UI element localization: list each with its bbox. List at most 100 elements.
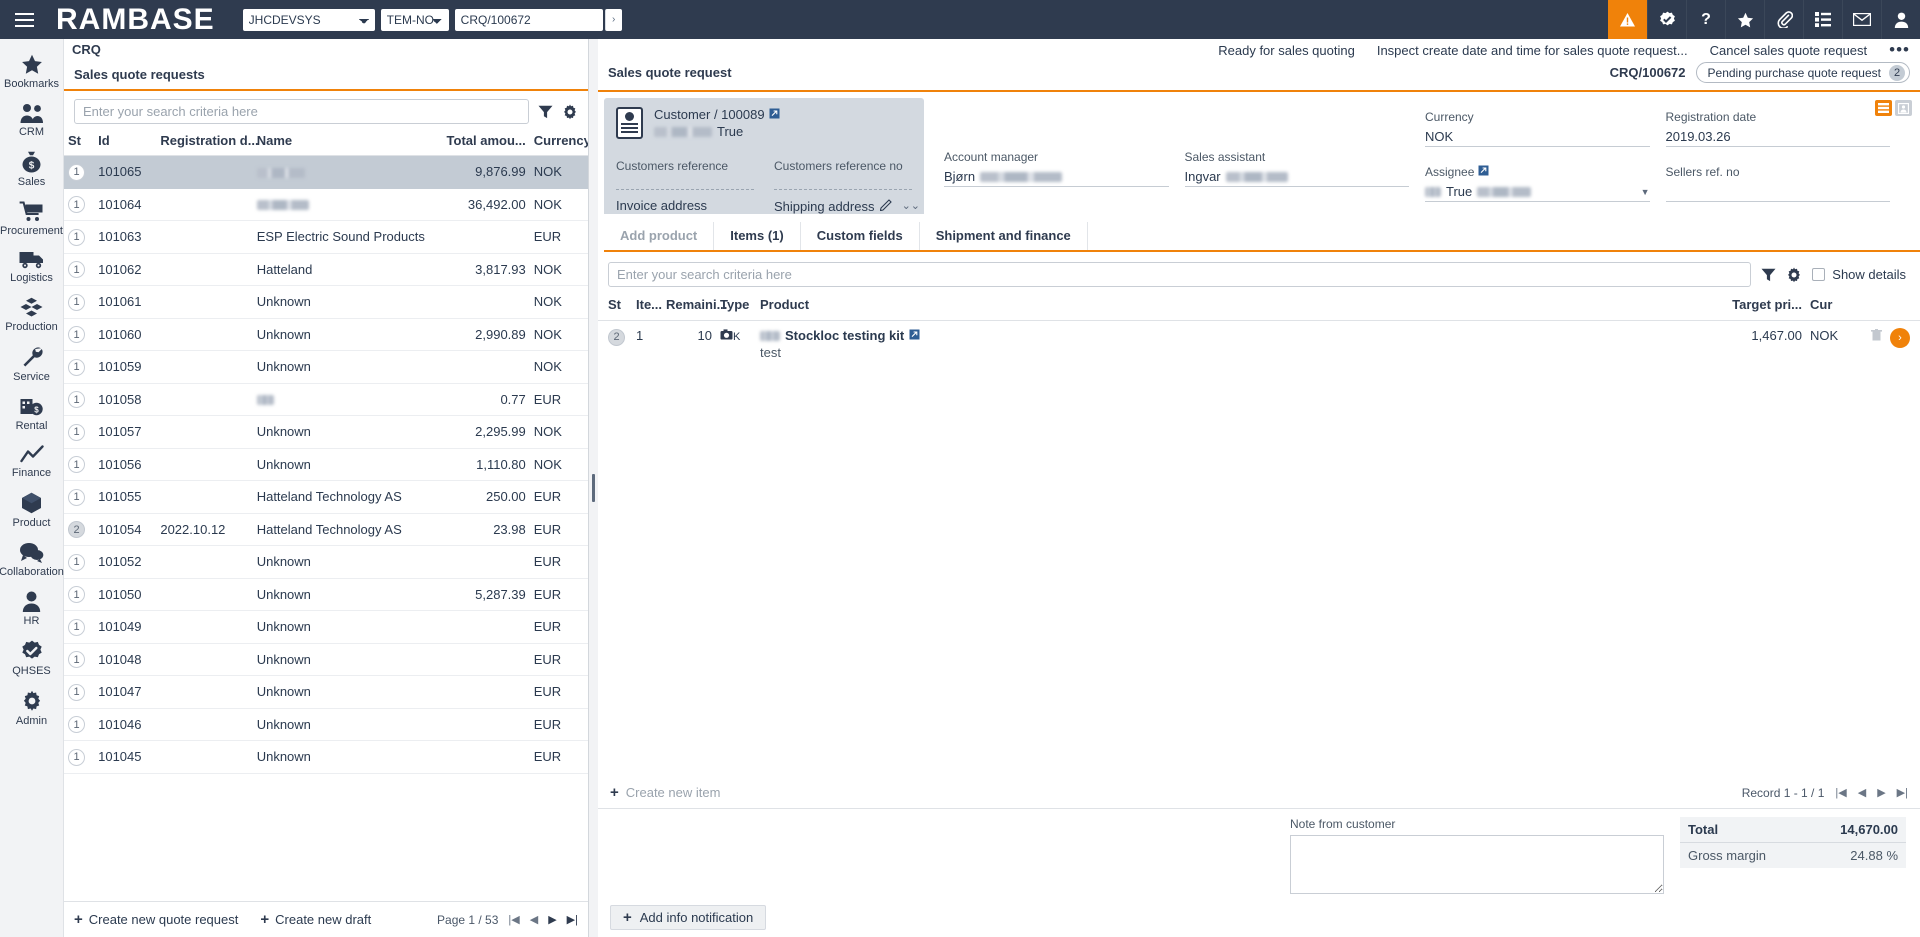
tab-shipment-and-finance[interactable]: Shipment and finance xyxy=(920,222,1088,250)
assignee-field[interactable]: True ▼ xyxy=(1425,182,1650,202)
items-settings-gear-icon[interactable] xyxy=(1786,267,1802,283)
status-badge[interactable]: Pending purchase quote request 2 xyxy=(1696,62,1910,83)
shipping-address-block[interactable]: Shipping address xyxy=(774,198,912,214)
items-column-type[interactable]: Type xyxy=(716,295,756,321)
sales-assistant-field[interactable]: Ingvar xyxy=(1185,167,1410,187)
registration-date-field[interactable]: 2019.03.26 xyxy=(1666,127,1891,147)
attachment-icon[interactable] xyxy=(1764,0,1803,39)
tab-add-product[interactable]: Add product xyxy=(604,222,714,250)
sidebar-item-hr[interactable]: HR xyxy=(0,584,64,633)
items-column-currency[interactable]: Cur xyxy=(1806,295,1858,321)
currency-field[interactable]: NOK xyxy=(1425,127,1650,147)
table-row[interactable]: 1101063ESP Electric Sound ProductsEUR xyxy=(64,221,588,254)
table-row[interactable]: 1101052UnknownEUR xyxy=(64,546,588,579)
settings-gear-icon[interactable] xyxy=(562,104,578,120)
sellers-ref-field[interactable] xyxy=(1666,182,1891,202)
items-column-item-no[interactable]: Ite... xyxy=(632,295,662,321)
sidebar-item-qhses[interactable]: QHSES xyxy=(0,633,64,683)
note-from-customer-input[interactable] xyxy=(1290,835,1664,894)
compact-view-icon[interactable] xyxy=(1875,100,1892,116)
sidebar-item-collaboration[interactable]: Collaboration xyxy=(0,535,64,584)
column-header-name[interactable]: Name xyxy=(253,130,434,156)
company-select[interactable]: JHCDEVSYS xyxy=(243,9,375,31)
sidebar-item-finance[interactable]: Finance xyxy=(0,438,64,485)
invoice-address-block[interactable]: Invoice address xyxy=(616,198,754,214)
check-badge-icon[interactable] xyxy=(1647,0,1686,39)
external-link-icon[interactable] xyxy=(769,108,780,122)
items-column-target-price[interactable]: Target pri... xyxy=(1714,295,1806,321)
breadcrumb[interactable]: CRQ xyxy=(64,39,588,61)
next-page-button[interactable]: ▶ xyxy=(548,913,556,926)
create-new-item-button[interactable]: + Create new item xyxy=(610,785,720,800)
help-icon[interactable]: ? xyxy=(1686,0,1725,39)
prev-page-button[interactable]: ◀ xyxy=(530,913,538,926)
table-row[interactable]: 1101050Unknown5,287.39EUR xyxy=(64,578,588,611)
table-row[interactable]: 1101061UnknownNOK xyxy=(64,286,588,319)
last-record-button[interactable]: ▶| xyxy=(1897,786,1908,799)
sidebar-item-logistics[interactable]: Logistics xyxy=(0,243,64,290)
panel-splitter[interactable] xyxy=(589,39,598,937)
first-page-button[interactable]: |◀ xyxy=(508,913,519,926)
alert-icon[interactable] xyxy=(1608,0,1647,39)
table-row[interactable]: 11010580.77EUR xyxy=(64,383,588,416)
sidebar-item-procurement[interactable]: Procurement xyxy=(0,194,64,243)
delete-icon[interactable] xyxy=(1871,329,1882,344)
account-manager-field[interactable]: Bjørn xyxy=(944,167,1169,187)
sidebar-item-production[interactable]: Production xyxy=(0,290,64,339)
first-record-button[interactable]: |◀ xyxy=(1835,786,1846,799)
next-record-button[interactable]: ▶ xyxy=(1877,786,1885,799)
action-cancel-sales-quote-request[interactable]: Cancel sales quote request xyxy=(1710,43,1868,58)
more-actions-icon[interactable]: ••• xyxy=(1889,44,1910,56)
table-row[interactable]: 11010659,876.99NOK xyxy=(64,156,588,189)
table-row[interactable]: 1101046UnknownEUR xyxy=(64,708,588,741)
items-row[interactable]: 2110KStockloc testing kittest1,467.00NOK… xyxy=(598,321,1920,368)
sidebar-item-rental[interactable]: $ Rental xyxy=(0,389,64,438)
add-info-notification-button[interactable]: + Add info notification xyxy=(610,905,766,930)
chevron-down-icon[interactable]: ▼ xyxy=(1641,187,1650,197)
user-icon[interactable] xyxy=(1881,0,1920,39)
table-row[interactable]: 1101048UnknownEUR xyxy=(64,643,588,676)
column-header-currency[interactable]: Currency xyxy=(530,130,588,156)
language-select[interactable]: TEM-NO xyxy=(381,9,449,31)
sidebar-item-admin[interactable]: Admin xyxy=(0,683,64,733)
customer-card[interactable]: Customer / 100089 True xyxy=(604,98,924,214)
mail-icon[interactable] xyxy=(1842,0,1881,39)
column-header-registration-date[interactable]: Registration d... xyxy=(156,130,252,156)
sidebar-item-sales[interactable]: $ Sales xyxy=(0,144,64,194)
table-row[interactable]: 1101045UnknownEUR xyxy=(64,741,588,774)
customers-reference-no-field[interactable]: Customers reference no xyxy=(774,159,912,190)
tab-items[interactable]: Items (1) xyxy=(714,222,800,250)
edit-pencil-icon[interactable] xyxy=(880,198,893,214)
detail-view-icon[interactable] xyxy=(1895,100,1912,116)
favorites-star-icon[interactable] xyxy=(1725,0,1764,39)
items-search-input[interactable] xyxy=(608,262,1751,287)
items-column-remaining[interactable]: Remaini... xyxy=(662,295,716,321)
filter-icon[interactable] xyxy=(538,105,553,119)
table-row[interactable]: 1101056Unknown1,110.80NOK xyxy=(64,448,588,481)
action-ready-for-sales-quoting[interactable]: Ready for sales quoting xyxy=(1218,43,1355,58)
table-row[interactable]: 1101060Unknown2,990.89NOK xyxy=(64,318,588,351)
show-details-checkbox[interactable]: Show details xyxy=(1812,267,1906,282)
sidebar-item-service[interactable]: Service xyxy=(0,339,64,389)
sidebar-item-product[interactable]: Product xyxy=(0,485,64,535)
customers-reference-field[interactable]: Customers reference xyxy=(616,159,754,190)
table-row[interactable]: 1101047UnknownEUR xyxy=(64,676,588,709)
column-header-total-amount[interactable]: Total amou... xyxy=(433,130,529,156)
create-new-quote-request-button[interactable]: + Create new quote request xyxy=(74,912,238,927)
search-input[interactable] xyxy=(74,99,529,124)
table-row[interactable]: 1101049UnknownEUR xyxy=(64,611,588,644)
chevron-down-icon[interactable]: ⌄⌄ xyxy=(902,199,920,212)
menu-hamburger-icon[interactable] xyxy=(0,0,48,39)
sidebar-item-crm[interactable]: CRM xyxy=(0,96,64,144)
external-link-icon[interactable] xyxy=(1478,165,1489,179)
column-header-status[interactable]: St xyxy=(64,130,94,156)
action-inspect-create-date[interactable]: Inspect create date and time for sales q… xyxy=(1377,43,1688,58)
column-header-id[interactable]: Id xyxy=(94,130,156,156)
items-column-product[interactable]: Product xyxy=(756,295,1714,321)
table-row[interactable]: 1101057Unknown2,295.99NOK xyxy=(64,416,588,449)
table-row[interactable]: 1101055Hatteland Technology AS250.00EUR xyxy=(64,481,588,514)
items-filter-icon[interactable] xyxy=(1761,268,1776,282)
open-item-button[interactable]: › xyxy=(1890,328,1910,348)
table-row[interactable]: 110106436,492.00NOK xyxy=(64,188,588,221)
sidebar-item-bookmarks[interactable]: Bookmarks xyxy=(0,47,64,96)
